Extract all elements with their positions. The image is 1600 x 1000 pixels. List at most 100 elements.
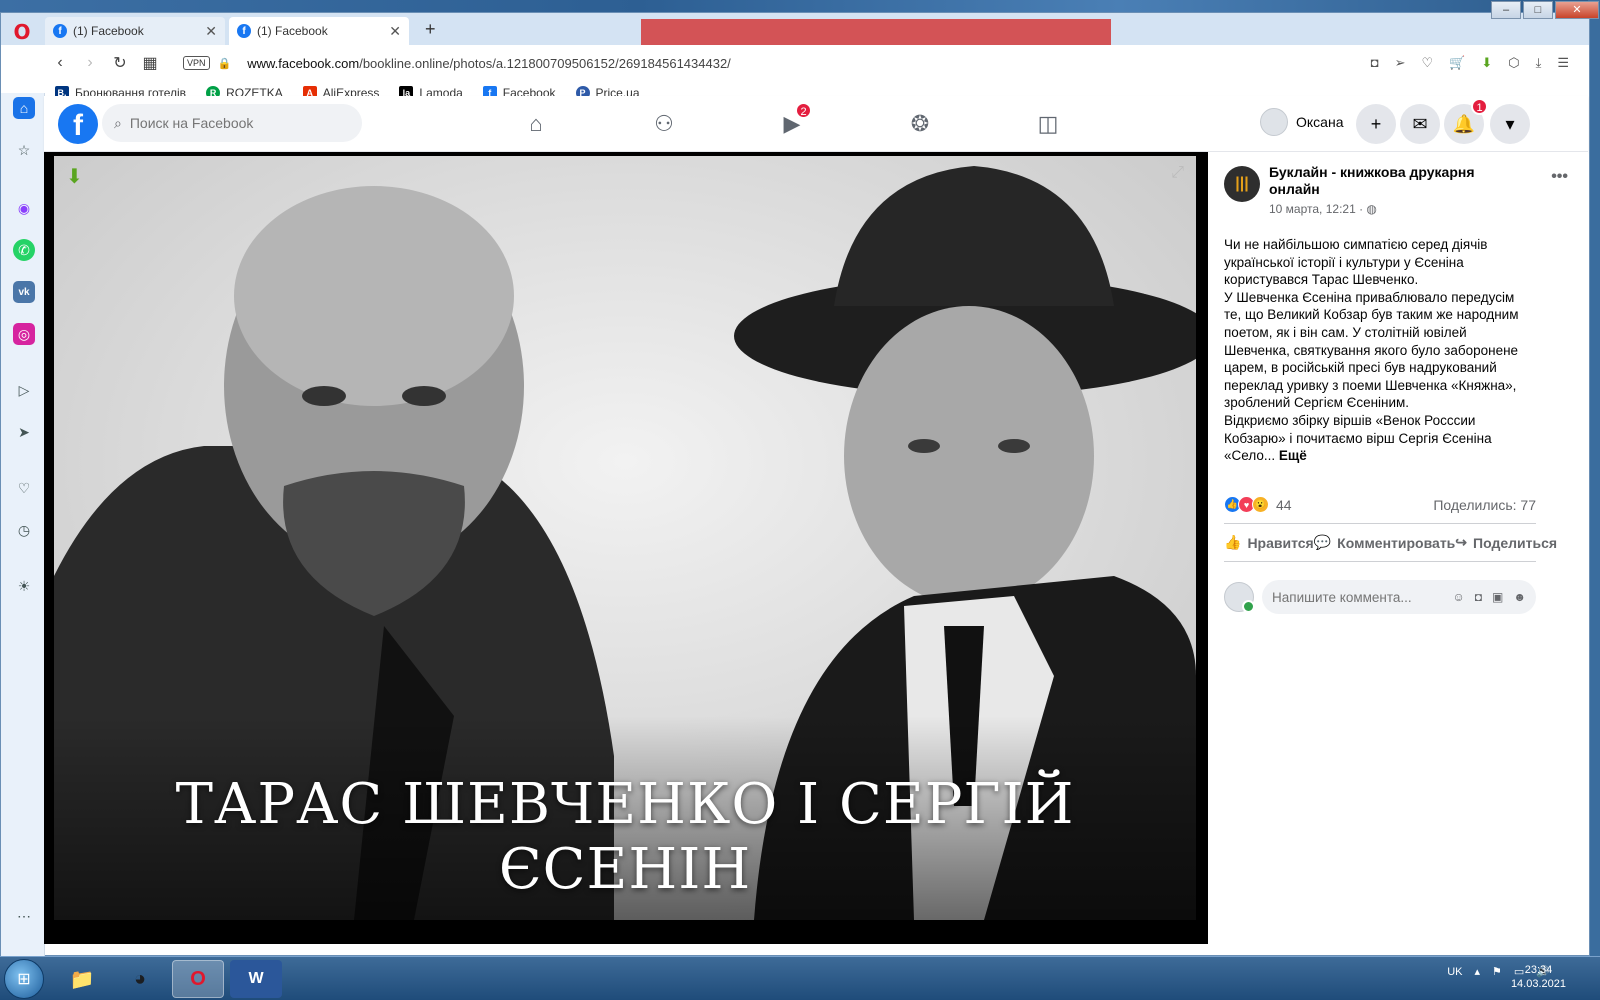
- heart-icon[interactable]: ♡: [13, 477, 35, 499]
- camera-icon[interactable]: ◘: [1371, 55, 1379, 71]
- post-panel: ||| Буклайн - книжкова друкарня онлайн 1…: [1206, 152, 1588, 944]
- heart-icon[interactable]: ♡: [1421, 55, 1433, 71]
- friends-tab-icon[interactable]: ⚇: [644, 106, 684, 142]
- profile-link[interactable]: Оксана: [1260, 108, 1343, 136]
- tabs-grid-icon[interactable]: ▦: [135, 53, 165, 73]
- url-field[interactable]: www.facebook.com/bookline.online/photos/…: [247, 56, 731, 71]
- gif-icon[interactable]: ▣: [1492, 590, 1503, 604]
- post-paragraph: У Шевченка Єсеніна приваблювало передусі…: [1224, 289, 1519, 411]
- reaction-summary[interactable]: 👍 ♥ 😮 44: [1224, 496, 1292, 513]
- comment-input[interactable]: [1272, 589, 1422, 605]
- camera-icon[interactable]: ◘: [1475, 590, 1482, 604]
- comment-label: Комментировать: [1337, 534, 1456, 551]
- close-tab-icon[interactable]: ✕: [389, 23, 401, 40]
- close-window-button[interactable]: ✕: [1555, 1, 1599, 19]
- language-indicator[interactable]: UK: [1447, 966, 1462, 978]
- tab-title: (1) Facebook: [257, 24, 328, 38]
- tab-title: (1) Facebook: [73, 24, 144, 38]
- post-date[interactable]: 10 марта, 12:21 · ◍: [1269, 202, 1377, 216]
- create-button[interactable]: +: [1356, 104, 1396, 144]
- background-window-strip: [641, 19, 1111, 45]
- cart-icon[interactable]: 🛒: [1449, 55, 1465, 71]
- search-input[interactable]: [129, 115, 330, 131]
- forward-icon[interactable]: ›: [75, 54, 105, 72]
- minimize-button[interactable]: ‒: [1491, 1, 1521, 19]
- player-icon[interactable]: ▷: [13, 379, 35, 401]
- cube-icon[interactable]: ⬡: [1508, 55, 1519, 71]
- opera-taskbar-icon[interactable]: O: [172, 960, 224, 998]
- wow-reaction-icon: 😮: [1252, 496, 1269, 513]
- sticker-icon[interactable]: ☻: [1513, 590, 1526, 604]
- window-controls: ‒ □ ✕: [1491, 1, 1599, 19]
- new-tab-button[interactable]: +: [425, 19, 436, 40]
- page-name[interactable]: Буклайн - книжкова друкарня онлайн: [1269, 164, 1519, 198]
- facebook-logo-icon[interactable]: f: [58, 104, 98, 144]
- account-menu-button[interactable]: ▾: [1490, 104, 1530, 144]
- post-paragraph: Чи не найбільшою симпатією серед діячів …: [1224, 237, 1488, 288]
- lock-icon[interactable]: 🔒: [218, 57, 232, 70]
- post-photo[interactable]: ⬇ ⤢ ТАРАС ШЕВЧЕНКО І СЕРГІЙ ЄСЕНІН: [54, 156, 1196, 920]
- reload-icon[interactable]: ↻: [105, 53, 135, 73]
- gaming-tab-icon[interactable]: ◫: [1028, 106, 1068, 142]
- user-name: Оксана: [1296, 114, 1344, 130]
- windows-taskbar: ⊞ 📁 ◕ O W UK ▴ ⚑ ▭ 🔊 23:34 14.03.2021: [0, 956, 1600, 1000]
- back-icon[interactable]: ‹: [45, 54, 75, 72]
- send-icon[interactable]: ➤: [13, 421, 35, 443]
- notification-badge: 1: [1471, 98, 1488, 115]
- browser-tab-active[interactable]: f (1) Facebook ✕: [229, 17, 409, 45]
- vk-icon[interactable]: vk: [13, 281, 35, 303]
- vpn-badge[interactable]: VPN: [183, 56, 210, 70]
- word-taskbar-icon[interactable]: W: [230, 960, 282, 998]
- post-paragraph: Відкриємо збірку віршів «Венок Росссии К…: [1224, 412, 1534, 465]
- messenger-icon[interactable]: ◉: [13, 197, 35, 219]
- clock[interactable]: 23:34 14.03.2021: [1511, 963, 1566, 991]
- home-icon[interactable]: ⌂: [13, 97, 35, 119]
- flag-icon[interactable]: ⚑: [1492, 965, 1502, 978]
- facebook-favicon-icon: f: [237, 24, 251, 38]
- send-icon[interactable]: ➢: [1395, 55, 1406, 71]
- history-icon[interactable]: ◷: [13, 519, 35, 541]
- more-options-icon[interactable]: ⋯: [13, 905, 35, 927]
- groups-tab-icon[interactable]: ❂: [900, 106, 940, 142]
- reactions-bar: 👍 ♥ 😮 44 Поделились: 77: [1224, 496, 1536, 524]
- photo-caption: ТАРАС ШЕВЧЕНКО І СЕРГІЙ ЄСЕНІН: [175, 772, 1075, 902]
- facebook-search[interactable]: ⌕: [102, 104, 362, 142]
- messenger-button[interactable]: ✉: [1400, 104, 1440, 144]
- download-arrow-icon[interactable]: ⬇: [1481, 55, 1492, 71]
- notifications-button[interactable]: 🔔 1: [1444, 98, 1488, 144]
- watch-badge: 2: [795, 102, 812, 119]
- watch-tab-icon[interactable]: ▶ 2: [772, 102, 812, 142]
- post-text: Чи не найбільшою симпатією серед діячів …: [1224, 236, 1534, 465]
- tray-arrow-icon[interactable]: ▴: [1474, 965, 1480, 978]
- home-tab-icon[interactable]: ⌂: [516, 106, 556, 142]
- comment-button[interactable]: 💬 Комментировать: [1314, 534, 1456, 551]
- comment-box[interactable]: ☺ ◘ ▣ ☻: [1262, 580, 1536, 614]
- shares-count[interactable]: Поделились: 77: [1433, 497, 1536, 513]
- page-avatar[interactable]: |||: [1224, 166, 1260, 202]
- url-domain: www.facebook.com: [247, 55, 360, 71]
- start-button[interactable]: ⊞: [4, 959, 44, 999]
- close-tab-icon[interactable]: ✕: [205, 23, 217, 40]
- thumbs-up-icon: 👍: [1224, 534, 1242, 550]
- expand-icon[interactable]: ⤢: [1171, 164, 1184, 182]
- star-icon[interactable]: ☆: [13, 139, 35, 161]
- maximize-button[interactable]: □: [1523, 1, 1553, 19]
- download-arrow-icon[interactable]: ⬇: [66, 164, 83, 189]
- explorer-taskbar-icon[interactable]: 📁: [56, 960, 108, 998]
- menu-icon[interactable]: ☰: [1557, 55, 1569, 71]
- share-button[interactable]: ↪ Поделиться: [1455, 534, 1557, 551]
- browser-tab[interactable]: f (1) Facebook ✕: [45, 17, 225, 45]
- like-button[interactable]: 👍 Нравится: [1224, 534, 1314, 551]
- emoji-icon[interactable]: ☺: [1453, 590, 1465, 604]
- reaction-count: 44: [1276, 496, 1292, 513]
- comment-icons: ☺ ◘ ▣ ☻: [1453, 590, 1527, 604]
- chrome-taskbar-icon[interactable]: ◕: [114, 960, 166, 998]
- instagram-icon[interactable]: ◎: [13, 323, 35, 345]
- lightbulb-icon[interactable]: ☀: [13, 575, 35, 597]
- downloads-icon[interactable]: ⤓: [1536, 55, 1542, 71]
- avatar: [1260, 108, 1288, 136]
- post-options-icon[interactable]: •••: [1551, 168, 1568, 186]
- see-more-link[interactable]: Ещё: [1279, 448, 1307, 463]
- whatsapp-icon[interactable]: ✆: [13, 239, 35, 261]
- opera-menu-icon[interactable]: O: [11, 21, 33, 43]
